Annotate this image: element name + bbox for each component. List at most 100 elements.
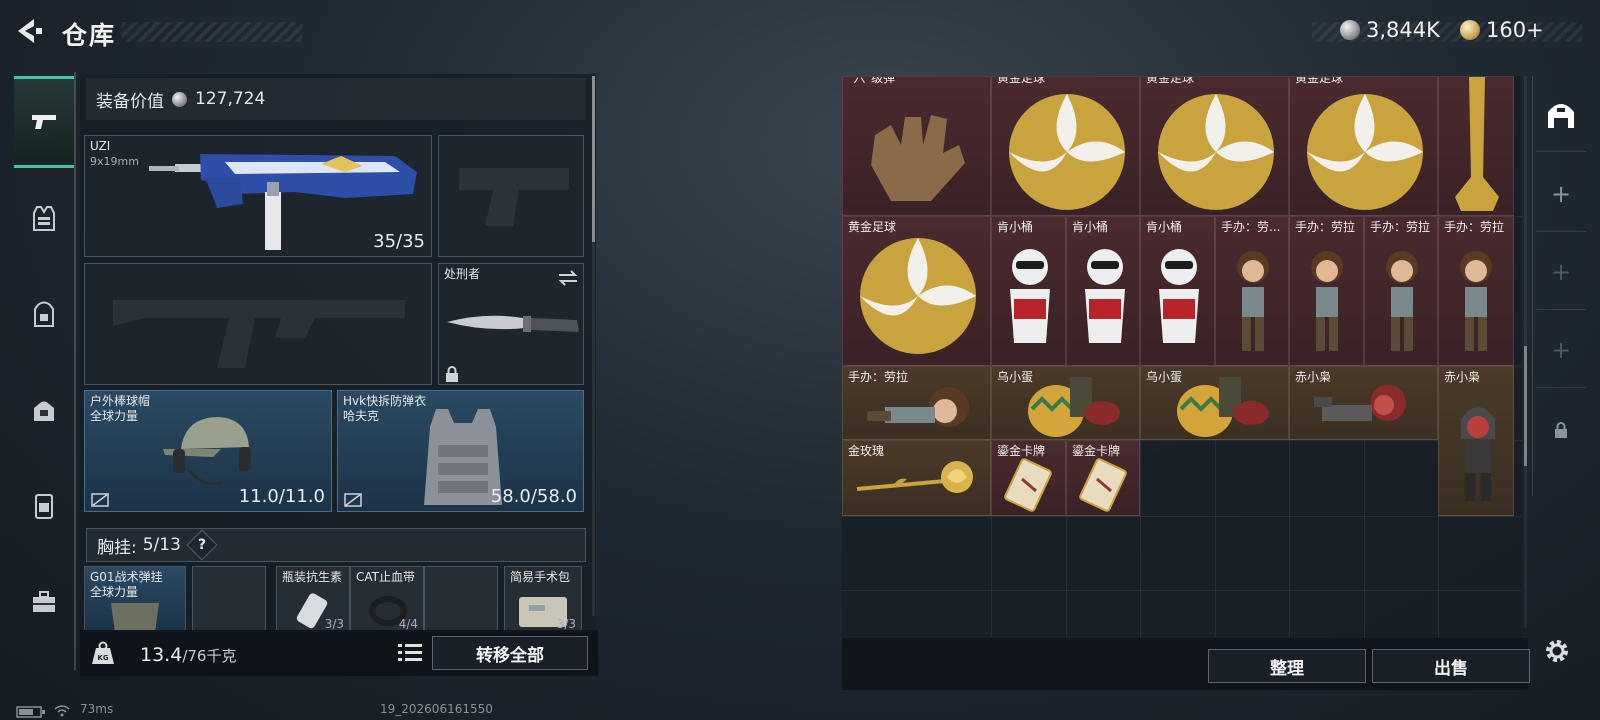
nav-item-bag[interactable] — [14, 364, 74, 456]
warehouse-tabs: + + + — [1532, 76, 1588, 496]
inventory-item[interactable]: 黄金足球 — [1140, 76, 1289, 216]
list-view-button[interactable] — [398, 642, 422, 664]
weight-icon: KG — [92, 641, 114, 664]
primary-ammo-count: 35/35 — [373, 231, 425, 252]
swap-icon[interactable] — [557, 270, 579, 286]
pistol-silhouette-icon — [459, 168, 569, 226]
gloves-icon — [871, 115, 965, 201]
transfer-all-button[interactable]: 转移全部 — [432, 636, 588, 670]
nav-item-armor[interactable] — [14, 172, 74, 264]
inventory-item[interactable] — [1438, 76, 1514, 216]
nav-item-case[interactable] — [14, 460, 74, 552]
equipment-value-bar: 装备价值 127,724 — [86, 78, 586, 120]
golden-football-icon — [860, 238, 976, 354]
golden-football-icon — [1158, 94, 1274, 210]
inventory-item[interactable]: 乌小蛋 — [991, 366, 1140, 440]
svg-text:KG: KG — [97, 654, 108, 662]
inventory-item[interactable]: 黄金足球 — [991, 76, 1140, 216]
chest-item-slot[interactable]: CAT止血带 4/4 — [350, 566, 424, 632]
inventory-item[interactable]: 赤小枭 — [1438, 366, 1514, 516]
battery-icon — [16, 706, 45, 718]
golden-card-icon — [1004, 458, 1052, 512]
inventory-item[interactable]: "六"级弹 — [842, 76, 991, 216]
inventory-item[interactable]: 手办：劳拉 — [1364, 216, 1438, 366]
warehouse-tab-add-2[interactable]: + — [1536, 234, 1586, 310]
bag-icon — [34, 401, 54, 421]
helmet-slot[interactable]: 户外棒球帽 全球力量 11.0/11.0 — [84, 390, 332, 512]
equipment-value-label: 装备价值 — [96, 91, 164, 112]
lock-icon — [1555, 422, 1567, 438]
chest-item-count: 3/3 — [324, 617, 344, 631]
chest-item-count: 4/4 — [398, 617, 418, 631]
chest-item-slot[interactable] — [424, 566, 498, 632]
weight-current: 13.4 — [140, 644, 183, 666]
armor-durability: 58.0/58.0 — [490, 486, 577, 507]
primary-weapon-slot[interactable]: UZI 9x19mm 35/35 — [84, 135, 432, 257]
inventory-item[interactable]: 鎏金卡牌 — [991, 440, 1066, 516]
back-button[interactable] — [14, 16, 44, 46]
case-icon — [35, 494, 53, 519]
inventory-item[interactable]: 肯小桶 — [991, 216, 1066, 366]
sell-button[interactable]: 出售 — [1372, 649, 1530, 683]
no-repair-icon — [344, 493, 362, 507]
lara-figure-icon — [1311, 251, 1343, 351]
lock-icon — [446, 366, 458, 382]
chest-item-brand: 全球力量 — [90, 585, 139, 599]
inventory-item[interactable]: 手办：劳拉 — [1289, 216, 1364, 366]
warehouse-tab-add-3[interactable]: + — [1536, 312, 1586, 388]
chest-item-slot[interactable]: G01战术弹挂 全球力量 — [84, 566, 186, 632]
nav-item-backpack[interactable] — [14, 268, 74, 360]
backpack-icon — [34, 301, 54, 327]
ping-readout: 73ms — [80, 702, 114, 716]
inventory-item[interactable]: 赤小枭 — [1289, 366, 1438, 440]
kfc-bucket-figure-icon — [1010, 249, 1050, 343]
warehouse-tab-add-1[interactable]: + — [1536, 156, 1586, 232]
inventory-item[interactable]: 肯小桶 — [1066, 216, 1140, 366]
inventory-item[interactable]: 乌小蛋 — [1140, 366, 1289, 440]
pistol-icon — [32, 115, 56, 129]
golden-football-icon — [1307, 94, 1423, 210]
golden-statue-icon — [1455, 77, 1499, 211]
lara-figure-lying-icon — [867, 387, 969, 427]
inventory-item[interactable]: 金玫瑰 — [842, 440, 991, 516]
inventory-item[interactable]: 肯小桶 — [1140, 216, 1215, 366]
warehouse-tab-main[interactable] — [1536, 76, 1586, 152]
category-nav — [14, 72, 76, 670]
chest-item-slot[interactable]: 简易手术包 3/3 — [504, 566, 582, 632]
kfc-bucket-figure-icon — [1085, 249, 1125, 343]
nav-item-toolbox[interactable] — [14, 556, 74, 648]
equipment-scroll-thumb[interactable] — [592, 76, 595, 242]
warehouse-tab-locked[interactable] — [1536, 392, 1586, 468]
golden-rose-icon — [856, 461, 973, 493]
help-icon[interactable]: ? — [186, 529, 218, 561]
inventory-item[interactable]: 手办：劳拉 — [1438, 216, 1514, 366]
sort-button[interactable]: 整理 — [1208, 649, 1366, 683]
silver-currency[interactable]: 3,844K — [1340, 18, 1440, 42]
chest-rig-label: 胸挂: — [97, 537, 137, 558]
silver-currency-value: 3,844K — [1366, 18, 1440, 42]
inventory-item[interactable]: 鎏金卡牌 — [1066, 440, 1140, 516]
inventory-item[interactable]: 黄金足球 — [842, 216, 991, 366]
chest-item-slot[interactable] — [192, 566, 266, 632]
wifi-icon — [54, 705, 70, 717]
gold-currency[interactable]: 160+ — [1460, 18, 1544, 42]
helmet-durability: 11.0/11.0 — [238, 486, 325, 507]
armor-slot[interactable]: Hvk快拆防弹衣 哈夫克 58.0/58.0 — [337, 390, 584, 512]
gold-coin-icon — [1460, 20, 1480, 40]
nav-item-weapons[interactable] — [14, 76, 74, 168]
inventory-item[interactable]: 黄金足球 — [1289, 76, 1438, 216]
rifle-slot[interactable] — [84, 263, 432, 385]
nav-rail — [74, 72, 76, 670]
secondary-weapon-slot[interactable] — [438, 135, 584, 257]
primary-weapon-name: UZI 9x19mm — [90, 139, 139, 168]
plus-icon: + — [1550, 179, 1572, 208]
inventory-item[interactable]: 手办：劳拉 — [842, 366, 991, 440]
golden-card-icon — [1079, 458, 1127, 512]
settings-gear-icon[interactable] — [1542, 636, 1572, 666]
melee-slot[interactable]: 处刑者 — [438, 263, 584, 385]
egg-figure-icon — [1028, 377, 1120, 437]
inventory-item[interactable]: 手办：劳... — [1215, 216, 1289, 366]
inventory-scroll-thumb[interactable] — [1524, 346, 1527, 466]
chest-item-slot[interactable]: 瓶装抗生素 3/3 — [276, 566, 350, 632]
build-number: 19_202606161550 — [380, 702, 493, 716]
